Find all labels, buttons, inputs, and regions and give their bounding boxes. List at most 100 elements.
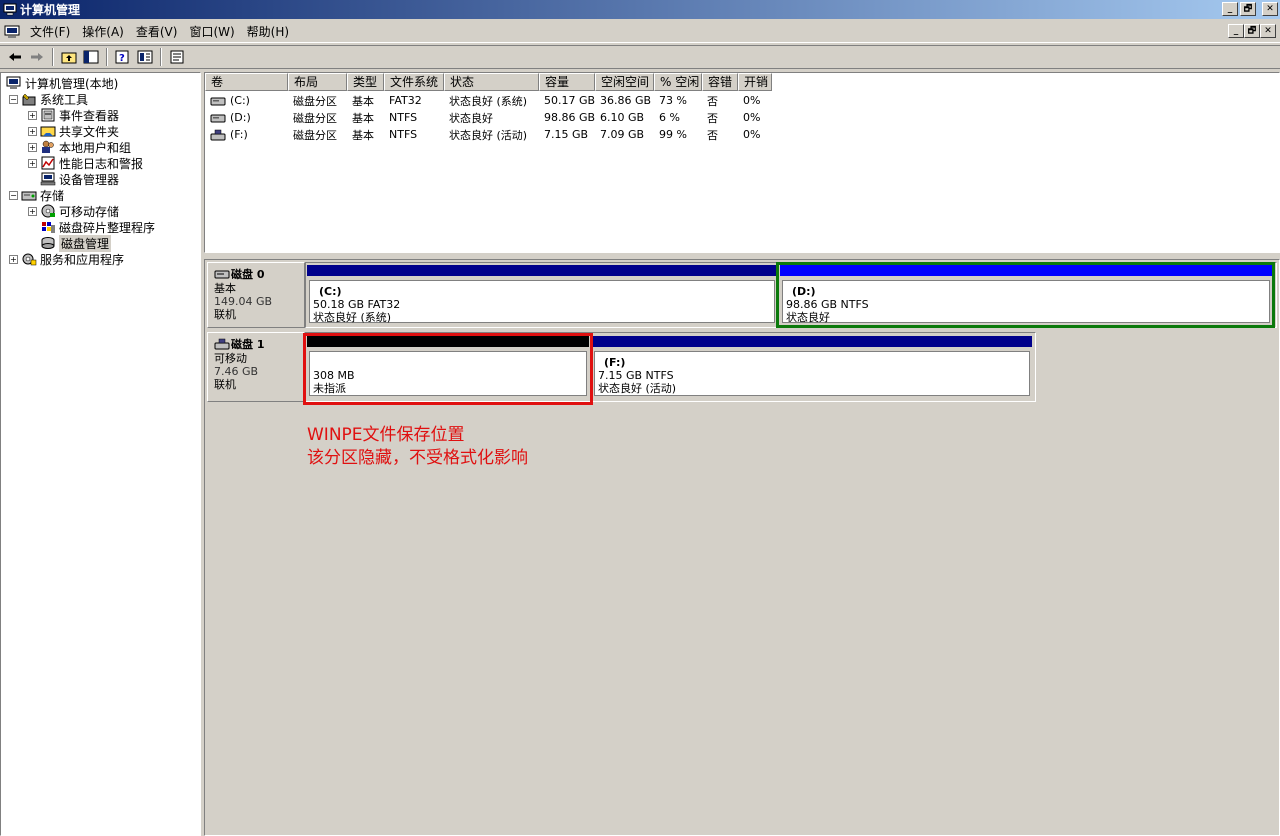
tree-item-computer-management[interactable]: 计算机管理(本地) — [1, 75, 200, 91]
col-header-free-space[interactable]: 空闲空间 — [595, 73, 654, 91]
toolbar: ? — [0, 45, 1280, 69]
cell-free-space: 6.10 GB — [600, 111, 645, 124]
volume-list: 卷 布局 类型 文件系统 状态 容量 空闲空间 % 空闲 容错 开销 (C:) … — [204, 72, 1280, 253]
cell-overhead: 0% — [743, 94, 761, 107]
cell-capacity: 98.86 GB — [544, 111, 595, 124]
tree-label: 共享文件夹 — [59, 124, 120, 139]
console-icon — [170, 50, 184, 64]
usb-drive-icon — [210, 129, 226, 140]
event-viewer-icon — [41, 108, 55, 122]
partition-bar — [592, 336, 1032, 347]
collapse-toggle[interactable]: − — [9, 94, 18, 104]
expand-toggle[interactable]: + — [28, 110, 37, 120]
col-header-capacity[interactable]: 容量 — [539, 73, 595, 91]
col-header-percent-free[interactable]: % 空闲 — [654, 73, 702, 91]
child-close-button[interactable]: ✕ — [1260, 24, 1276, 38]
volume-name: (D:) — [230, 111, 251, 124]
up-folder-icon — [61, 52, 77, 64]
tree-item-disk-defragmenter[interactable]: 磁盘碎片整理程序 — [1, 219, 200, 235]
up-one-level-button[interactable] — [58, 47, 80, 67]
close-button[interactable]: ✕ — [1262, 2, 1278, 16]
child-minimize-button[interactable]: _ — [1228, 24, 1244, 38]
volume-name: (C:) — [230, 94, 250, 107]
console-document-icon[interactable] — [4, 25, 20, 39]
tree-item-shared-folders[interactable]: + 共享文件夹 — [1, 123, 200, 139]
collapse-toggle[interactable]: − — [9, 190, 18, 200]
volume-name: (F:) — [230, 128, 248, 141]
console-button[interactable] — [166, 47, 188, 67]
tree-item-device-manager[interactable]: 设备管理器 — [1, 171, 200, 187]
partition-label: (C:) — [319, 285, 342, 298]
show-hide-tree-button[interactable] — [80, 47, 102, 67]
menu-action[interactable]: 操作(A) — [76, 23, 130, 41]
col-header-volume[interactable]: 卷 — [205, 73, 288, 91]
defrag-icon — [42, 222, 55, 233]
partition-status: 状态良好 (系统) — [313, 311, 392, 324]
help-icon: ? — [115, 50, 129, 64]
tree-item-storage[interactable]: − 存储 — [1, 187, 200, 203]
cell-free-space: 7.09 GB — [600, 128, 645, 141]
disk-0-label[interactable]: 磁盘 0 基本 149.04 GB 联机 — [207, 262, 305, 328]
disk-size: 7.46 GB — [214, 365, 259, 378]
disk-management-icon — [41, 237, 55, 249]
title-bar: 计算机管理 _ 🗗 ✕ — [0, 0, 1280, 19]
help-button[interactable]: ? — [112, 47, 134, 67]
tree-item-local-users-groups[interactable]: + 本地用户和组 — [1, 139, 200, 155]
forward-button[interactable] — [26, 47, 48, 67]
cell-overhead: 0% — [743, 111, 761, 124]
expand-toggle[interactable]: + — [28, 158, 37, 168]
restore-button[interactable]: 🗗 — [1240, 2, 1256, 16]
disk-1-label[interactable]: 磁盘 1 可移动 7.46 GB 联机 — [207, 332, 305, 402]
tree-item-disk-management[interactable]: 磁盘管理 — [1, 234, 200, 252]
computer-management-icon — [3, 3, 17, 16]
col-header-status[interactable]: 状态 — [444, 73, 539, 91]
tree-label: 磁盘管理 — [59, 234, 112, 252]
disk-size: 149.04 GB — [214, 295, 273, 308]
annotation-text: WINPE文件保存位置 该分区隐藏，不受格式化影响 — [307, 424, 528, 470]
table-row[interactable]: (C:) 磁盘分区 基本 FAT32 状态良好 (系统) 50.17 GB 36… — [205, 92, 1279, 109]
services-icon — [22, 253, 37, 266]
tree-label: 存储 — [40, 188, 65, 203]
disk-name: 磁盘 0 — [231, 268, 265, 281]
expand-toggle[interactable]: + — [28, 126, 37, 136]
child-restore-button[interactable]: 🗗 — [1244, 24, 1260, 38]
back-button[interactable] — [4, 47, 26, 67]
col-header-type[interactable]: 类型 — [347, 73, 384, 91]
tree-label: 事件查看器 — [59, 108, 120, 123]
expand-toggle[interactable]: + — [28, 142, 37, 152]
tree-item-removable-storage[interactable]: + 可移动存储 — [1, 203, 200, 219]
properties-button[interactable] — [134, 47, 156, 67]
menu-file[interactable]: 文件(F) — [24, 23, 76, 41]
expand-toggle[interactable]: + — [28, 206, 37, 216]
col-header-overhead[interactable]: 开销 — [738, 73, 772, 91]
tree-item-event-viewer[interactable]: + 事件查看器 — [1, 107, 200, 123]
disk-state: 联机 — [214, 308, 236, 321]
col-header-layout[interactable]: 布局 — [288, 73, 347, 91]
menu-view[interactable]: 查看(V) — [130, 23, 184, 41]
cell-filesystem: FAT32 — [389, 94, 422, 107]
cell-free-space: 36.86 GB — [600, 94, 652, 107]
cell-percent-free: 73 % — [659, 94, 687, 107]
cell-filesystem: NTFS — [389, 128, 418, 141]
minimize-button[interactable]: _ — [1222, 2, 1238, 16]
cell-type: 基本 — [352, 128, 374, 142]
table-row[interactable]: (D:) 磁盘分区 基本 NTFS 状态良好 98.86 GB 6.10 GB … — [205, 109, 1279, 126]
menu-window[interactable]: 窗口(W) — [183, 23, 240, 41]
menu-help[interactable]: 帮助(H) — [241, 23, 295, 41]
tree-label: 设备管理器 — [59, 172, 120, 187]
volume-list-header: 卷 布局 类型 文件系统 状态 容量 空闲空间 % 空闲 容错 开销 — [205, 73, 1279, 91]
col-header-filesystem[interactable]: 文件系统 — [384, 73, 444, 91]
partition-f[interactable]: (F:) 7.15 GB NTFS 状态良好 (活动) — [592, 336, 1032, 399]
tree-item-performance-logs[interactable]: + 性能日志和警报 — [1, 155, 200, 171]
expand-toggle[interactable]: + — [9, 254, 18, 264]
drive-icon — [210, 97, 226, 105]
partition-c[interactable]: (C:) 50.18 GB FAT32 状态良好 (系统) — [307, 265, 777, 326]
table-row[interactable]: (F:) 磁盘分区 基本 NTFS 状态良好 (活动) 7.15 GB 7.09… — [205, 126, 1279, 143]
tree-item-system-tools[interactable]: − 系统工具 — [1, 91, 200, 107]
partition-d-highlight — [776, 262, 1275, 328]
tree-item-services-applications[interactable]: + 服务和应用程序 — [1, 251, 200, 267]
tree-label: 系统工具 — [40, 92, 89, 107]
storage-icon — [21, 191, 37, 201]
forward-icon — [31, 53, 43, 61]
col-header-fault-tolerance[interactable]: 容错 — [702, 73, 738, 91]
